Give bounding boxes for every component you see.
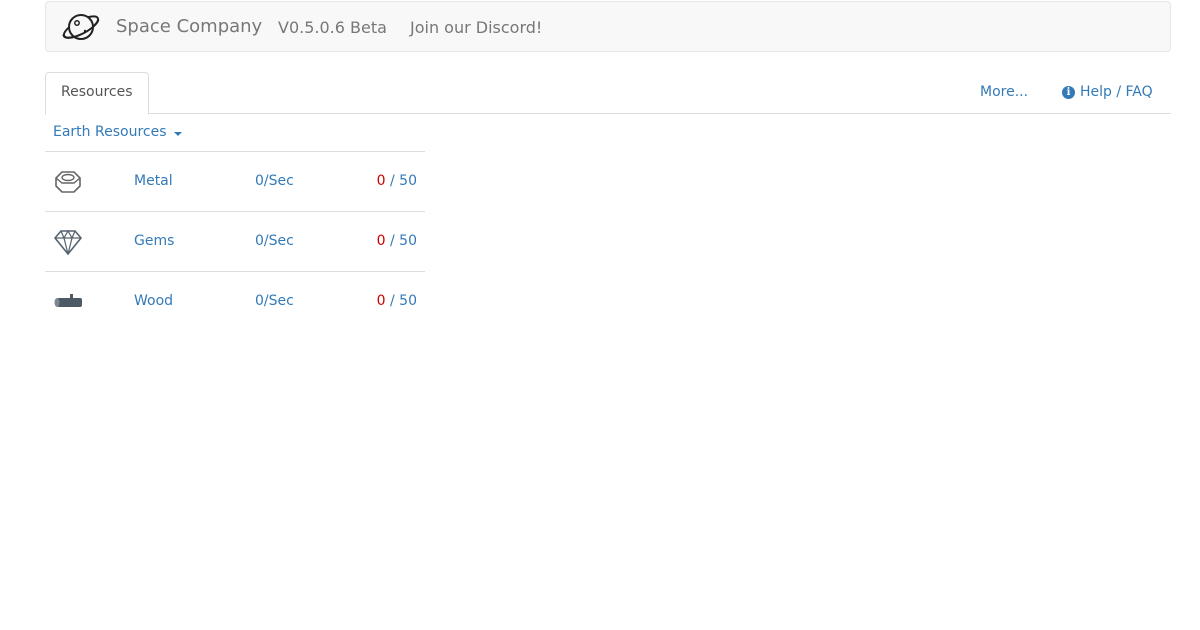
planet-icon[interactable] [60,7,102,47]
resource-rate: 0/Sec [255,173,294,189]
category-label: Earth Resources [53,124,167,140]
resource-current: 0 [376,293,386,309]
resource-name: Gems [134,233,175,249]
resource-row-wood[interactable]: Wood 0/Sec 0 / 50 [45,272,425,332]
resource-amount: 0 / 50 [377,293,417,309]
resource-rate: 0/Sec [255,293,294,309]
resource-rate: 0/Sec [255,233,294,249]
caret-down-icon [173,132,182,136]
resource-name: Metal [134,173,173,189]
resource-current: 0 [376,173,386,189]
main-tabs: Resources More... i Help / FAQ [45,72,1171,115]
resource-capacity: / 50 [385,173,417,189]
resource-row-metal[interactable]: Metal 0/Sec 0 / 50 [45,152,425,212]
gem-icon [53,229,83,256]
resource-capacity: / 50 [385,233,417,249]
log-icon [54,294,82,307]
discord-link[interactable]: Join our Discord! [410,18,542,37]
resource-amount: 0 / 50 [377,173,417,189]
top-navbar: Space Company V0.5.0.6 Beta Join our Dis… [45,1,1171,52]
tab-help-faq[interactable]: i Help / FAQ [1062,84,1153,100]
brand-name[interactable]: Space Company [116,16,262,37]
resource-capacity: / 50 [385,293,417,309]
info-circle-icon: i [1062,85,1075,99]
tab-help-label: Help / FAQ [1080,84,1153,100]
resource-amount: 0 / 50 [377,233,417,249]
version-label: V0.5.0.6 Beta [278,18,387,37]
tab-resources[interactable]: Resources [45,72,149,115]
resource-current: 0 [376,233,386,249]
resource-name: Wood [134,293,174,309]
earth-resources-dropdown[interactable]: Earth Resources [45,114,425,152]
resource-row-gems[interactable]: Gems 0/Sec 0 / 50 [45,212,425,272]
hex-nut-icon [55,171,81,193]
tab-more[interactable]: More... [980,84,1028,100]
resources-panel: Earth Resources Metal 0/Sec 0 / 50 Gems … [45,114,425,332]
